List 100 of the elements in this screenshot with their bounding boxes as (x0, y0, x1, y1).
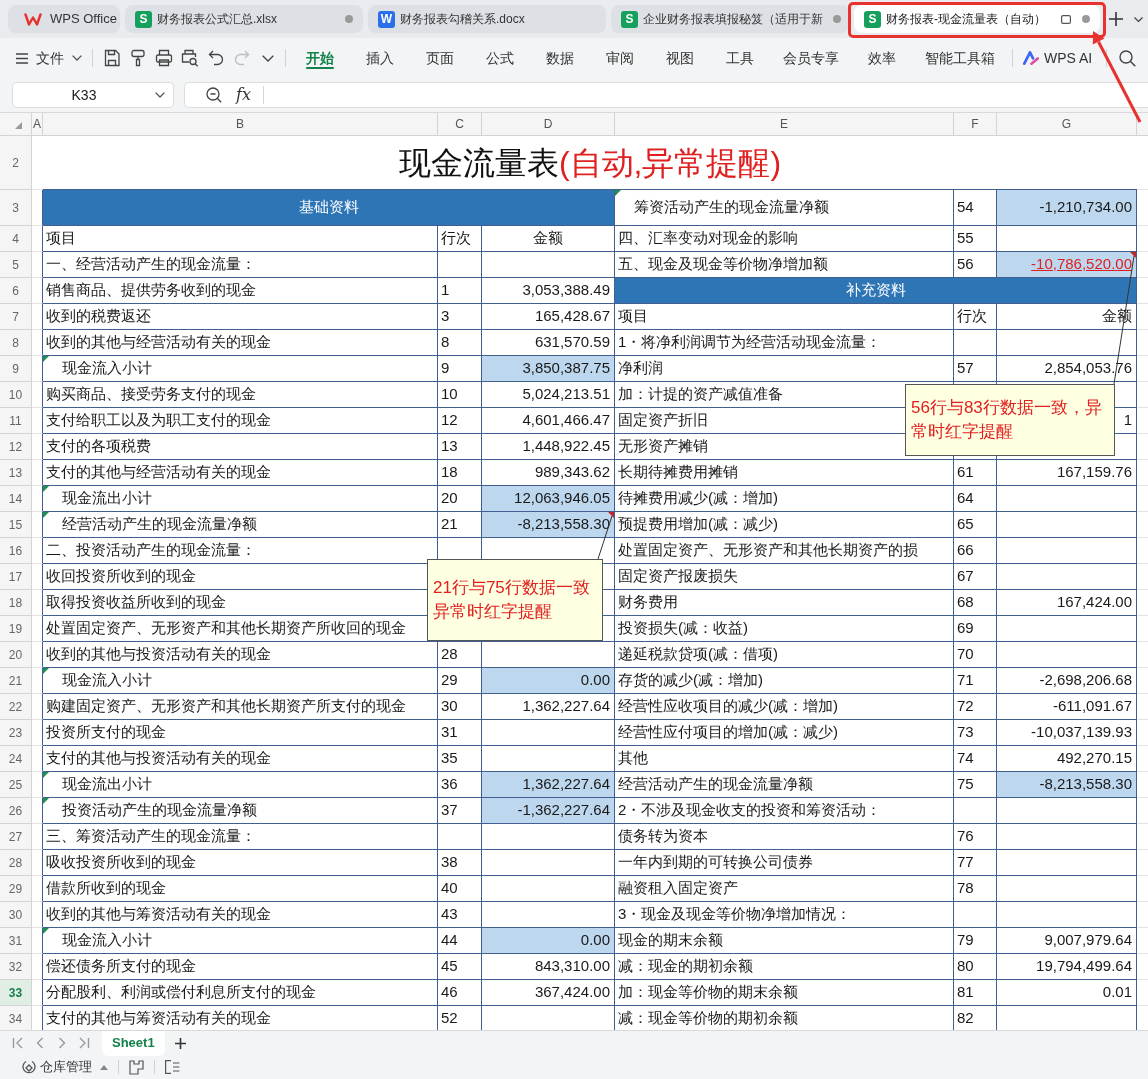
row-header[interactable]: 30 (0, 902, 32, 928)
row-header[interactable]: 2 (0, 136, 32, 190)
formula-input[interactable]: fx (184, 82, 1148, 108)
comment-marker-icon[interactable] (1130, 252, 1136, 258)
file-tab[interactable]: WPS Office (8, 5, 120, 33)
row-header[interactable]: 31 (0, 928, 32, 954)
file-badge: S (135, 10, 152, 28)
skip-back-icon[interactable] (12, 1037, 24, 1049)
ribbon-tab[interactable]: 视图 (650, 38, 710, 78)
row-header[interactable]: 21 (0, 668, 32, 694)
column-label: 金额 (1102, 306, 1132, 327)
ribbon-tab[interactable]: 插入 (350, 38, 410, 78)
file-menu-button[interactable]: 文件 (16, 44, 64, 72)
row-header[interactable]: 10 (0, 382, 32, 408)
column-header[interactable]: C (438, 113, 482, 136)
row-header[interactable]: 5 (0, 252, 32, 278)
square-icon[interactable] (1061, 14, 1071, 24)
row-header[interactable]: 27 (0, 824, 32, 850)
plus-icon[interactable] (174, 1037, 186, 1049)
print-preview-icon[interactable] (181, 49, 199, 67)
dot-icon[interactable] (833, 15, 841, 23)
row-header[interactable]: 8 (0, 330, 32, 356)
ribbon-tab[interactable]: 效率 (852, 38, 912, 78)
dot-icon[interactable] (345, 15, 353, 23)
item-label: 收到的其他与筹资活动有关的现金 (46, 904, 271, 925)
item-label: 减：现金等价物的期初余额 (618, 1008, 798, 1029)
save-icon[interactable] (103, 49, 121, 67)
line-number: 57 (957, 358, 974, 379)
ribbon-tab[interactable]: 工具 (710, 38, 770, 78)
chevron-down-icon[interactable] (1134, 16, 1143, 22)
row-header[interactable]: 13 (0, 460, 32, 486)
row-header[interactable]: 24 (0, 746, 32, 772)
file-tab[interactable]: S 财务报表-现金流量表（自动） (854, 5, 1100, 33)
row-header[interactable]: 22 (0, 694, 32, 720)
item-label: 五、现金及现金等价物净增加额 (618, 254, 828, 275)
dot-icon[interactable] (1082, 15, 1090, 23)
row-header[interactable]: 34 (0, 1006, 32, 1030)
workspace-button[interactable]: 仓库管理 (22, 1057, 92, 1077)
line-number: 44 (441, 930, 458, 951)
magnifier-minus-icon[interactable] (206, 87, 222, 103)
row-header[interactable]: 18 (0, 590, 32, 616)
name-box[interactable]: K33 (12, 82, 174, 108)
plus-icon[interactable] (1109, 12, 1123, 26)
column-header[interactable]: A (32, 113, 43, 136)
row-header[interactable]: 29 (0, 876, 32, 902)
ribbon-tab[interactable]: 开始 (290, 38, 350, 78)
skip-forward-icon[interactable] (78, 1037, 90, 1049)
ribbon-tab[interactable]: 审阅 (590, 38, 650, 78)
item-label: 筹资活动产生的现金流量净额 (634, 197, 829, 218)
caret-down-icon[interactable] (262, 54, 274, 62)
row-header[interactable]: 28 (0, 850, 32, 876)
ribbon-tab[interactable]: 智能工具箱 (912, 38, 1008, 78)
paint-brush-icon[interactable] (129, 49, 147, 67)
row-header[interactable]: 17 (0, 564, 32, 590)
select-all-corner[interactable] (0, 113, 32, 136)
row-header[interactable]: 12 (0, 434, 32, 460)
item-label: 购建固定资产、无形资产和其他长期资产所支付的现金 (46, 696, 406, 717)
row-header[interactable]: 4 (0, 226, 32, 252)
item-label: 投资活动产生的现金流量净额 (62, 800, 257, 821)
row-header[interactable]: 19 (0, 616, 32, 642)
line-number: 37 (441, 800, 458, 821)
row-header[interactable]: 3 (0, 190, 32, 226)
ai-button[interactable]: WPS AI (1023, 47, 1093, 69)
row-header[interactable]: 26 (0, 798, 32, 824)
row-header[interactable]: 25 (0, 772, 32, 798)
row-header[interactable]: 11 (0, 408, 32, 434)
row-header[interactable]: 33 (0, 980, 32, 1006)
row-header[interactable]: 15 (0, 512, 32, 538)
row-header[interactable]: 6 (0, 278, 32, 304)
column-header[interactable]: E (615, 113, 954, 136)
ribbon-tab[interactable]: 数据 (530, 38, 590, 78)
row-header[interactable]: 32 (0, 954, 32, 980)
caret-down-icon[interactable] (72, 55, 82, 61)
file-tab[interactable]: S 财务报表公式汇总.xlsx (125, 5, 363, 33)
amount-value: 3,053,388.49 (522, 280, 610, 301)
undo-icon[interactable] (207, 49, 225, 67)
panel-icon[interactable] (165, 1060, 180, 1074)
column-header[interactable]: D (482, 113, 615, 136)
printer-icon[interactable] (155, 49, 173, 67)
row-header[interactable]: 16 (0, 538, 32, 564)
ribbon-tab[interactable]: 公式 (470, 38, 530, 78)
row-header[interactable]: 14 (0, 486, 32, 512)
search-icon[interactable] (1119, 49, 1137, 67)
column-header[interactable]: B (43, 113, 438, 136)
function-button[interactable]: fx (236, 87, 251, 103)
row-header[interactable]: 23 (0, 720, 32, 746)
column-label: 行次 (957, 306, 987, 327)
row-header[interactable]: 9 (0, 356, 32, 382)
file-tab[interactable]: S 企业财务报表填报秘笈（适用于新 (611, 5, 849, 33)
sheet-tab[interactable]: Sheet1 (102, 1030, 165, 1056)
ribbon-tab[interactable]: 页面 (410, 38, 470, 78)
row-header[interactable]: 7 (0, 304, 32, 330)
caret-up-icon[interactable] (100, 1064, 108, 1070)
ribbon-tab[interactable]: 会员专享 (770, 38, 852, 78)
notched-box-icon[interactable] (129, 1059, 144, 1075)
column-header[interactable]: G (997, 113, 1137, 136)
file-tab[interactable]: W 财务报表勾稽关系.docx (368, 5, 606, 33)
item-label: 现金流入小计 (62, 670, 152, 691)
column-header[interactable]: F (954, 113, 997, 136)
row-header[interactable]: 20 (0, 642, 32, 668)
